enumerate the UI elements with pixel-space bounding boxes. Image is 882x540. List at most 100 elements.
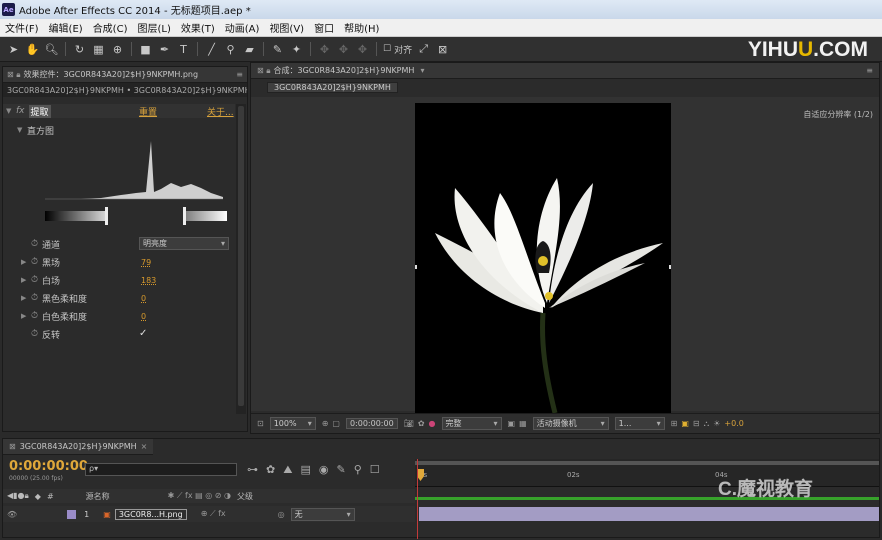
text-tool-icon[interactable]: T [176, 42, 191, 57]
panel-menu-icon[interactable]: ≡ [866, 66, 873, 75]
stopwatch-icon[interactable]: ⏱ [31, 293, 38, 303]
comp-mini-flowchart-icon[interactable]: ⊶ [247, 463, 258, 477]
parent-dropdown[interactable]: 无 [290, 507, 355, 521]
safe-zones-icon[interactable]: ⊕ [322, 419, 329, 428]
menu-animation[interactable]: 动画(A) [220, 20, 265, 35]
zoom-dropdown[interactable]: 100% [269, 417, 316, 430]
show-snapshot-icon[interactable]: ✿ [418, 419, 425, 428]
playhead[interactable] [417, 469, 424, 481]
black-softness-value[interactable]: 0 [141, 294, 146, 303]
graph-editor-icon[interactable]: ⚲ [354, 463, 362, 477]
brainstorm-icon[interactable]: ✎ [336, 463, 345, 477]
composition-subtab[interactable]: 3GC0R843A20]2$H}9NKPMH [267, 81, 398, 93]
eraser-tool-icon[interactable]: ▰ [242, 42, 257, 57]
snap-button[interactable]: ☐ 对齐 [383, 42, 412, 57]
expand-arrow-icon[interactable]: ▶ [21, 312, 31, 320]
expand-arrow-icon[interactable]: ▼ [17, 126, 27, 134]
mask-visibility-icon[interactable]: ▢ [332, 419, 340, 428]
roto-brush-tool-icon[interactable]: ✎ [270, 42, 285, 57]
timeline-icon[interactable]: ⊟ [693, 419, 700, 428]
white-softness-value[interactable]: 0 [141, 312, 146, 321]
menu-window[interactable]: 窗口 [309, 20, 339, 35]
menu-view[interactable]: 视图(V) [264, 20, 309, 35]
reset-link[interactable]: 重置 [139, 105, 157, 118]
layer-switches[interactable]: ⊕ ⟋ fx [201, 509, 226, 519]
fast-previews-icon[interactable]: ▣ [681, 419, 689, 428]
stopwatch-icon[interactable]: ⏱ [31, 275, 38, 285]
invert-checkbox[interactable]: ✓ [139, 328, 147, 339]
parent-header[interactable]: 父级 [237, 491, 253, 502]
effect-name[interactable]: 提取 [28, 104, 51, 118]
black-point-handle[interactable] [105, 207, 108, 225]
motion-blur-icon[interactable]: ◉ [319, 463, 329, 477]
lotus-image[interactable] [415, 103, 671, 413]
view-axis-icon[interactable]: ✥ [355, 42, 370, 57]
world-axis-icon[interactable]: ✥ [336, 42, 351, 57]
draft-3d-icon[interactable]: ✿ [266, 463, 275, 477]
puppet-tool-icon[interactable]: ✦ [289, 42, 304, 57]
pan-behind-tool-icon[interactable]: ⊕ [110, 42, 125, 57]
menu-file[interactable]: 文件(F) [0, 20, 44, 35]
shy-layers-icon[interactable]: ⛰ [283, 463, 292, 477]
current-time-field[interactable]: 0:00:00:00 [345, 418, 398, 429]
camera-dropdown[interactable]: 活动摄像机 [532, 417, 609, 430]
menu-effect[interactable]: 效果(T) [176, 20, 220, 35]
views-dropdown[interactable]: 1... [614, 417, 665, 430]
stopwatch-icon[interactable]: ⏱ [31, 329, 38, 339]
zoom-tool-icon[interactable]: 🔍︎ [44, 42, 59, 57]
layer-duration-bar[interactable] [419, 507, 879, 521]
menu-layer[interactable]: 图层(L) [132, 20, 175, 35]
exposure-value[interactable]: +0.0 [724, 419, 743, 428]
timeline-search-input[interactable]: ρ▾ [85, 463, 237, 476]
channel-dropdown[interactable]: 明亮度 [139, 237, 229, 250]
menu-help[interactable]: 帮助(H) [339, 20, 384, 35]
stopwatch-icon[interactable]: ⏱ [31, 257, 38, 267]
snap-grid-icon[interactable]: ⊠ [435, 42, 450, 57]
white-point-value[interactable]: 183 [141, 276, 156, 285]
black-point-value[interactable]: 79 [141, 258, 151, 267]
white-point-handle[interactable] [183, 207, 186, 225]
exposure-icon[interactable]: ☀ [713, 419, 720, 428]
pen-tool-icon[interactable]: ✒ [157, 42, 172, 57]
collapse-arrow-icon[interactable]: ▼ [6, 107, 16, 115]
expand-arrow-icon[interactable]: ▶ [21, 294, 31, 302]
selection-tool-icon[interactable]: ➤ [6, 42, 21, 57]
expand-arrow-icon[interactable]: ▶ [21, 276, 31, 284]
pickwhip-icon[interactable]: ◎ [278, 510, 285, 519]
source-name-header[interactable]: 源名称 [86, 491, 110, 502]
layer-name[interactable]: 3GC0R8...H.png [114, 508, 187, 520]
effects-scrollbar[interactable] [236, 104, 246, 414]
menu-edit[interactable]: 编辑(E) [44, 20, 88, 35]
expand-arrow-icon[interactable]: ▶ [21, 258, 31, 266]
timeline-timecode[interactable]: 0:00:00:00 [9, 459, 88, 474]
rotate-tool-icon[interactable]: ↻ [72, 42, 87, 57]
snap-option-icon[interactable]: ⤢ [416, 42, 431, 57]
toggle-pixel-aspect-icon[interactable]: ⊞ [671, 419, 678, 428]
hand-tool-icon[interactable]: ✋ [25, 42, 40, 57]
roi-icon[interactable]: ▣ [508, 419, 516, 428]
graph-icon[interactable]: ☐ [370, 463, 380, 477]
resolution-dropdown[interactable]: 完整 [441, 417, 502, 430]
camera-tool-icon[interactable]: ▦ [91, 42, 106, 57]
transparency-grid-icon[interactable]: ▦ [519, 419, 527, 428]
menu-composition[interactable]: 合成(C) [88, 20, 133, 35]
stopwatch-icon[interactable]: ⏱ [31, 239, 38, 249]
label-color-swatch[interactable] [67, 509, 77, 519]
visibility-icon[interactable]: 👁︎ [7, 510, 17, 519]
fx-icon[interactable]: fx [16, 106, 25, 116]
always-preview-icon[interactable]: ⊡ [257, 419, 264, 428]
local-axis-icon[interactable]: ✥ [317, 42, 332, 57]
close-tab-icon[interactable]: × [141, 442, 148, 451]
shape-tool-icon[interactable]: ■ [138, 42, 153, 57]
layer-row[interactable]: 👁︎ 1 ▣ 3GC0R8...H.png ⊕ ⟋ fx ◎ 无 [3, 506, 415, 522]
brush-tool-icon[interactable]: ╱ [204, 42, 219, 57]
flowchart-icon[interactable]: ⛬ [704, 419, 710, 429]
snapshot-icon[interactable]: 📷︎ [404, 419, 414, 428]
frame-blending-icon[interactable]: ▤ [300, 463, 310, 477]
stopwatch-icon[interactable]: ⏱ [31, 311, 38, 321]
panel-menu-icon[interactable]: ≡ [236, 70, 243, 79]
about-link[interactable]: 关于... [207, 105, 234, 118]
composition-tab[interactable]: ⊠ 🔒︎ 合成：3GC0R843A20]2$H}9NKPMH ▾ ≡ [251, 63, 879, 79]
channel-icon[interactable]: ● [429, 419, 436, 428]
clone-stamp-tool-icon[interactable]: ⚲ [223, 42, 238, 57]
